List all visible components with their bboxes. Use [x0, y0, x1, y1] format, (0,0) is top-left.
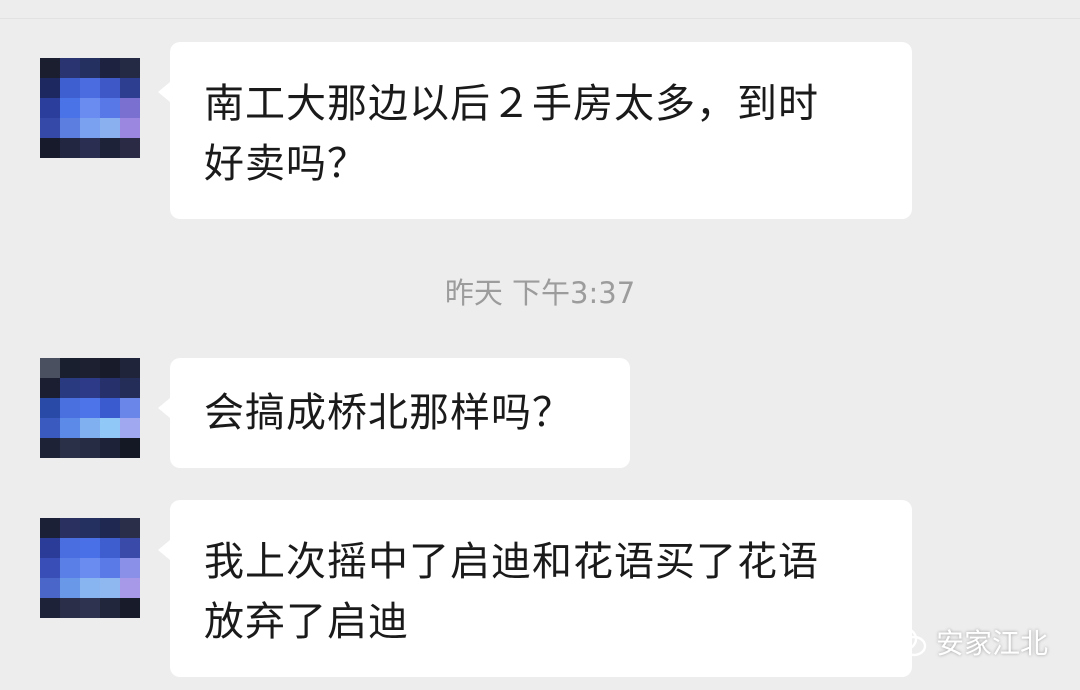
avatar-pixel: [40, 438, 60, 458]
avatar-pixel: [100, 58, 120, 78]
message-bubble[interactable]: 南工大那边以后２手房太多，到时 好卖吗？: [158, 42, 912, 219]
avatar-pixel: [40, 538, 60, 558]
avatar-pixel: [100, 558, 120, 578]
avatar-pixel: [120, 518, 140, 538]
avatar-pixel: [120, 598, 140, 618]
avatar-pixel: [100, 78, 120, 98]
avatar-pixel: [60, 578, 80, 598]
avatar-pixel: [100, 538, 120, 558]
avatar-pixel: [80, 398, 100, 418]
avatar-pixel: [80, 138, 100, 158]
avatar-pixel: [100, 518, 120, 538]
avatar[interactable]: [40, 58, 140, 158]
avatar-pixel: [100, 398, 120, 418]
avatar-pixel: [60, 138, 80, 158]
avatar-pixel: [60, 518, 80, 538]
avatar-pixel: [60, 438, 80, 458]
avatar-pixel: [80, 378, 100, 398]
message-text: 放弃了启迪: [204, 599, 409, 645]
avatar-pixel: [40, 78, 60, 98]
avatar-pixel: [100, 138, 120, 158]
avatar-pixel: [120, 578, 140, 598]
avatar-pixel: [80, 578, 100, 598]
header-divider: [0, 18, 1080, 19]
avatar-pixel: [100, 598, 120, 618]
message-text: 我上次摇中了启迪和花语买了花语: [204, 539, 819, 585]
avatar-pixel: [120, 378, 140, 398]
avatar-pixel: [80, 598, 100, 618]
avatar-pixel: [80, 98, 100, 118]
avatar-pixel: [60, 538, 80, 558]
avatar-pixel: [40, 138, 60, 158]
avatar-pixel: [120, 398, 140, 418]
avatar-pixel: [40, 578, 60, 598]
message-bubble[interactable]: 会搞成桥北那样吗？: [158, 358, 630, 468]
avatar-pixel: [40, 558, 60, 578]
wechat-icon: [888, 626, 927, 657]
avatar-pixel: [120, 98, 140, 118]
avatar-pixel: [100, 98, 120, 118]
avatar-pixel: [100, 418, 120, 438]
avatar-pixel: [40, 418, 60, 438]
avatar-pixel: [40, 98, 60, 118]
avatar-pixel: [60, 78, 80, 98]
avatar-pixel: [60, 598, 80, 618]
avatar-pixel: [80, 438, 100, 458]
avatar-pixel: [100, 578, 120, 598]
avatar-pixel: [120, 418, 140, 438]
watermark-label: 安家江北: [936, 627, 1049, 660]
avatar-pixel: [80, 538, 100, 558]
avatar-pixel: [40, 518, 60, 538]
message-bubble[interactable]: 我上次摇中了启迪和花语买了花语 放弃了启迪: [158, 500, 912, 677]
avatar-pixel: [100, 438, 120, 458]
avatar-pixel: [100, 118, 120, 138]
avatar-pixel: [100, 378, 120, 398]
avatar-pixel: [60, 558, 80, 578]
message-text: 好卖吗？: [204, 141, 368, 187]
avatar-pixel: [80, 518, 100, 538]
avatar-pixel: [60, 98, 80, 118]
avatar-pixel: [120, 118, 140, 138]
message-text: 南工大那边以后２手房太多，到时: [204, 81, 819, 127]
avatar-pixel: [80, 558, 100, 578]
avatar-pixel: [120, 438, 140, 458]
avatar-pixel: [40, 398, 60, 418]
avatar-pixel: [60, 398, 80, 418]
avatar-pixel: [60, 378, 80, 398]
avatar[interactable]: [40, 518, 140, 618]
avatar-pixel: [40, 118, 60, 138]
avatar-pixel: [80, 418, 100, 438]
avatar-pixel: [120, 138, 140, 158]
avatar-pixel: [60, 418, 80, 438]
avatar-pixel: [40, 58, 60, 78]
avatar-pixel: [120, 358, 140, 378]
message-timestamp: 昨天 下午3:37: [444, 276, 636, 310]
avatar-pixel: [120, 538, 140, 558]
avatar-pixel: [120, 58, 140, 78]
avatar-pixel: [60, 358, 80, 378]
avatar-pixel: [80, 118, 100, 138]
avatar-pixel: [40, 598, 60, 618]
avatar-pixel: [60, 118, 80, 138]
avatar-pixel: [120, 558, 140, 578]
avatar-pixel: [60, 58, 80, 78]
avatar-pixel: [80, 78, 100, 98]
avatar-pixel: [100, 358, 120, 378]
avatar-pixel: [40, 378, 60, 398]
message-text: 会搞成桥北那样吗？: [204, 390, 573, 436]
avatar-pixel: [80, 58, 100, 78]
avatar-pixel: [80, 358, 100, 378]
avatar-pixel: [40, 358, 60, 378]
avatar-pixel: [120, 78, 140, 98]
avatar[interactable]: [40, 358, 140, 458]
account-watermark: 安家江北: [888, 620, 1048, 664]
